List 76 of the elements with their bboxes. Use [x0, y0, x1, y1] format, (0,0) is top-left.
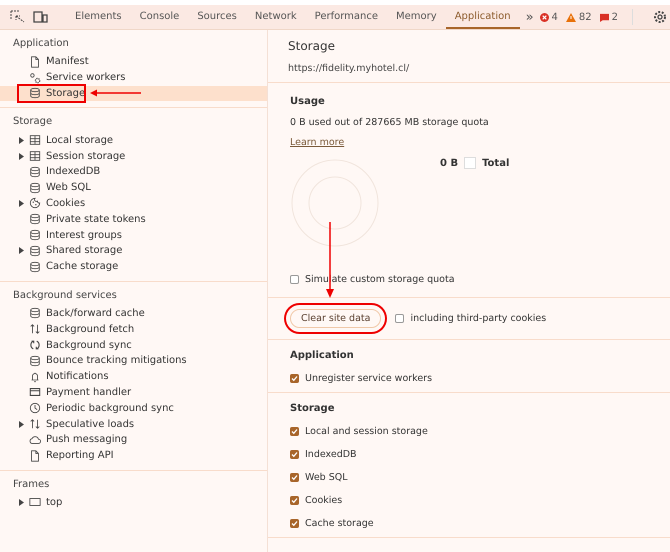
sidebar-item[interactable]: IndexedDB — [0, 164, 267, 180]
item-label: Periodic background sync — [46, 402, 174, 414]
sidebar-item[interactable]: Background sync — [0, 337, 267, 353]
item-label: IndexedDB — [46, 166, 100, 178]
panel-tab[interactable]: Performance — [306, 5, 388, 29]
item-label: Reporting API — [46, 450, 114, 462]
section-heading: Usage — [290, 96, 326, 107]
item-label: Web SQL — [46, 182, 91, 194]
usage-summary: 0 B used out of 287665 MB storage quota — [290, 117, 490, 128]
item-label: Background sync — [46, 340, 132, 351]
option-label: IndexedDB — [305, 449, 357, 460]
item-label: Manifest — [46, 56, 89, 68]
panel-tab[interactable]: Memory — [387, 5, 446, 29]
item-label: Service workers — [46, 72, 126, 84]
sidebar-item[interactable]: Shared storage — [0, 242, 267, 259]
error-count[interactable]: 4 — [552, 12, 558, 22]
section-heading: Storage — [12, 115, 54, 130]
item-label: Speculative loads — [46, 418, 134, 430]
panel-tab[interactable]: Network — [246, 5, 306, 29]
item-label: top — [46, 496, 62, 508]
item-label: Push messaging — [46, 434, 128, 446]
panel-tab[interactable]: Console — [130, 5, 188, 29]
sidebar-item[interactable]: Background fetch — [0, 321, 267, 338]
origin-url: https://fidelity.myhotel.cl/ — [288, 63, 410, 74]
sidebar-item[interactable]: Reporting API — [0, 448, 267, 464]
item-label: Bounce tracking mitigations — [46, 355, 187, 366]
panel-tab[interactable]: Elements — [66, 5, 131, 29]
option-label: including third-party cookies — [410, 313, 546, 324]
panel-tab[interactable]: Sources — [188, 5, 246, 29]
sidebar-item[interactable]: Web SQL — [0, 180, 267, 196]
sidebar-item[interactable]: Interest groups — [0, 227, 267, 243]
page-title: Storage — [288, 39, 336, 53]
item-label: Background fetch — [46, 324, 134, 335]
sidebar-item[interactable]: Storage — [0, 86, 267, 102]
item-label: Private state tokens — [46, 214, 146, 225]
option-label: Unregister service workers — [305, 373, 432, 384]
item-label: Payment handler — [46, 386, 132, 398]
sidebar-item[interactable]: Manifest — [0, 54, 267, 70]
sidebar-item[interactable]: Session storage — [0, 148, 267, 164]
item-label: Session storage — [46, 150, 126, 162]
item-label: Shared storage — [46, 245, 122, 256]
sidebar-item[interactable]: top — [0, 494, 267, 510]
legend-value: 0 B — [440, 158, 458, 168]
sidebar-item[interactable]: Back/forward cache — [0, 306, 267, 322]
sidebar-item[interactable]: Cache storage — [0, 258, 267, 275]
section-heading: Background services — [12, 288, 118, 303]
item-label: Local storage — [46, 134, 114, 146]
sidebar-item[interactable]: Private state tokens — [0, 211, 267, 228]
item-label: Storage — [46, 88, 86, 99]
option-label: Web SQL — [305, 472, 348, 483]
sidebar-item[interactable]: Bounce tracking mitigations — [0, 352, 267, 369]
item-label: Cache storage — [46, 261, 118, 272]
section-heading: Application — [290, 350, 355, 361]
warning-count[interactable]: 82 — [578, 12, 592, 22]
option-label: Cache storage — [305, 518, 374, 529]
sidebar-item[interactable]: Speculative loads — [0, 416, 267, 432]
section-heading: Frames — [12, 478, 50, 492]
sidebar-item[interactable]: Service workers — [0, 70, 267, 86]
legend-label: Total — [482, 158, 510, 168]
option-label: Cookies — [305, 495, 342, 506]
issue-count[interactable]: 2 — [612, 12, 618, 22]
sidebar-item[interactable]: Periodic background sync — [0, 400, 267, 416]
sidebar-item[interactable]: Local storage — [0, 132, 267, 148]
more-tabs-button[interactable]: » — [520, 10, 540, 24]
item-label: Cookies — [46, 198, 86, 209]
sidebar-item[interactable]: Push messaging — [0, 432, 267, 448]
sidebar-item[interactable]: Payment handler — [0, 384, 267, 400]
section-heading: Application — [12, 37, 70, 51]
sidebar-item[interactable]: Notifications — [0, 368, 267, 385]
sidebar-item[interactable]: Cookies — [0, 196, 267, 212]
item-label: Notifications — [46, 371, 109, 382]
option-label: Local and session storage — [305, 426, 428, 437]
section-heading: Storage — [290, 403, 336, 414]
item-label: Back/forward cache — [46, 308, 145, 319]
learn-more-link[interactable]: Learn more — [290, 137, 344, 148]
item-label: Interest groups — [46, 230, 122, 241]
